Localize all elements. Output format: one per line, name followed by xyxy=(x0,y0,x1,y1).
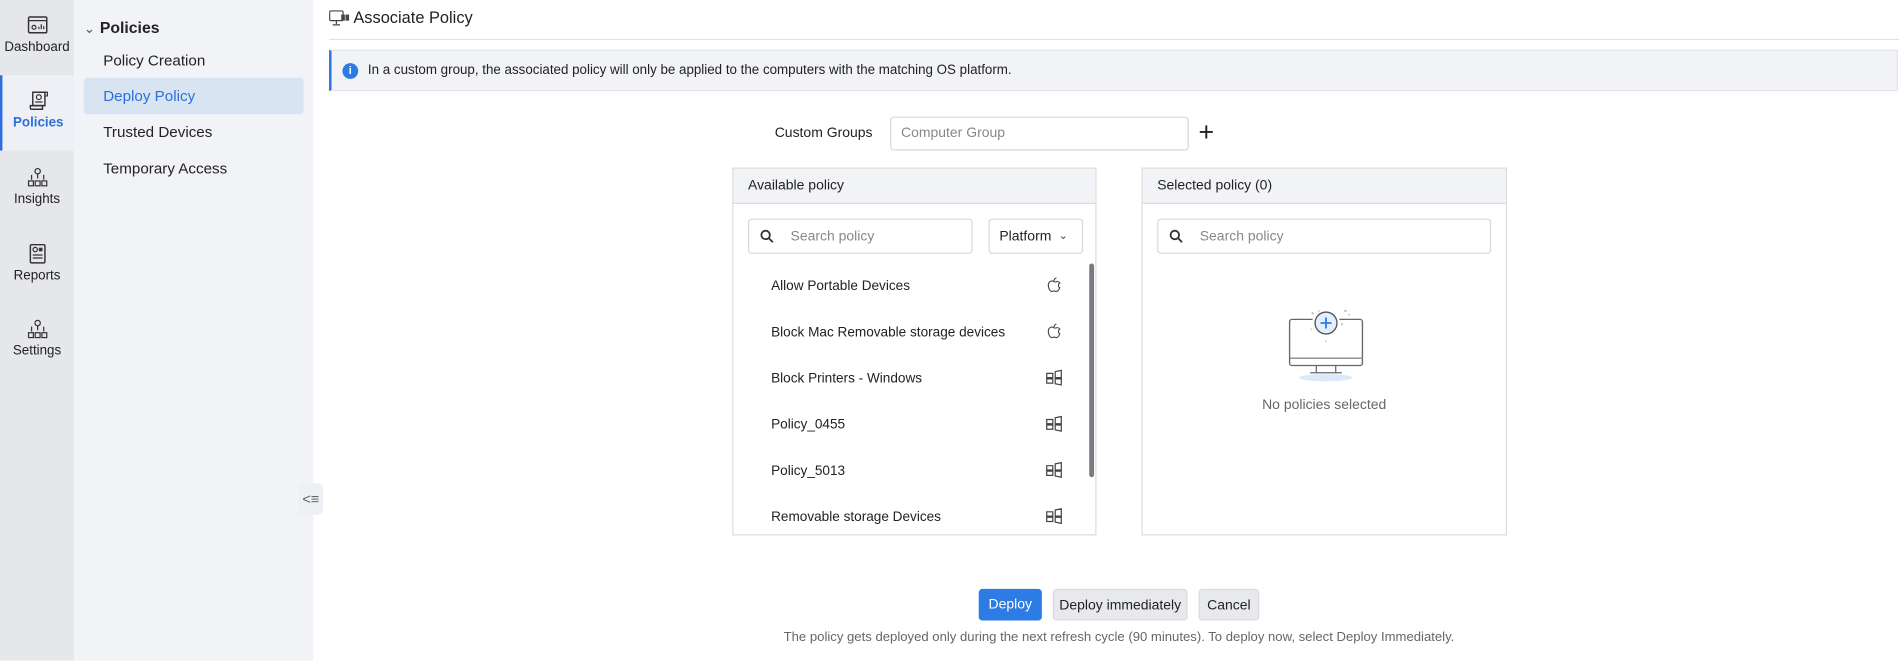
custom-groups-label: Custom Groups xyxy=(774,126,873,141)
info-text: In a custom group, the associated policy… xyxy=(367,63,1012,78)
computer-group-input[interactable] xyxy=(890,116,1189,151)
search-icon xyxy=(760,229,774,243)
policy-list-item[interactable]: Block Printers - Windows xyxy=(771,356,1062,402)
policy-list-item[interactable]: Policy_0455 xyxy=(771,402,1062,448)
deploy-note: The policy gets deployed only during the… xyxy=(783,630,1455,645)
policy-list-item[interactable]: Removable storage Devices xyxy=(771,494,1063,534)
selected-policy-panel: Selected policy (0) No policies selected xyxy=(1141,167,1507,536)
platform-dropdown-label: Platform xyxy=(999,228,1052,244)
cancel-button[interactable]: Cancel xyxy=(1198,588,1260,621)
policy-list-item[interactable]: Block Mac Removable storage devices xyxy=(771,310,1062,356)
rail-label: Settings xyxy=(12,343,62,359)
policy-name: Block Printers - Windows xyxy=(771,371,923,387)
divider xyxy=(329,38,1900,41)
dashboard-icon xyxy=(27,16,47,34)
policy-name: Allow Portable Devices xyxy=(771,279,911,294)
windows-os-indicator xyxy=(1046,461,1063,482)
subnav-section-toggle[interactable]: ⌄ Policies xyxy=(84,18,160,36)
rail-label: Insights xyxy=(14,191,61,207)
rail-label: Reports xyxy=(13,268,61,283)
subnav-item-policy-creation[interactable]: Policy Creation xyxy=(84,43,304,79)
available-policy-panel: Available policy Platform ⌄ Allow Portab… xyxy=(732,167,1097,536)
chevron-down-icon: ⌄ xyxy=(1058,229,1068,242)
policy-list-item[interactable]: Policy_5013 xyxy=(771,448,1062,494)
windows-os-indicator xyxy=(1046,507,1063,528)
available-search-input[interactable] xyxy=(788,227,939,245)
info-banner: i In a custom group, the associated poli… xyxy=(329,49,1898,92)
rail-label: Dashboard xyxy=(4,40,70,55)
hierarchy-icon xyxy=(27,319,47,339)
empty-state-text: No policies selected xyxy=(1262,398,1387,413)
icon-rail: Dashboard Policies Insights Reports Sett… xyxy=(0,0,75,661)
sub-navigation: ⌄ Policies Policy Creation Deploy Policy … xyxy=(74,0,314,661)
rail-item-settings[interactable]: Settings xyxy=(0,304,74,379)
policy-name: Policy_5013 xyxy=(771,463,846,479)
selected-policy-title: Selected policy (0) xyxy=(1142,168,1506,205)
subnav-item-temporary-access[interactable]: Temporary Access xyxy=(84,151,304,187)
rail-item-dashboard[interactable]: Dashboard xyxy=(0,0,74,75)
windows-icon xyxy=(1046,369,1062,386)
windows-os-indicator xyxy=(1046,369,1063,390)
computer-policy-icon xyxy=(329,9,350,25)
hierarchy-icon xyxy=(27,167,47,187)
subnav-heading: Policies xyxy=(99,18,160,37)
deploy-immediately-button[interactable]: Deploy immediately xyxy=(1052,588,1188,621)
page-title-text: Associate Policy xyxy=(353,8,473,27)
collapse-sidebar-icon[interactable]: <≡ xyxy=(298,483,324,515)
policy-name: Policy_0455 xyxy=(771,417,846,433)
windows-os-indicator xyxy=(1046,415,1063,436)
subnav-item-deploy-policy[interactable]: Deploy Policy xyxy=(83,77,304,115)
empty-monitor-illustration xyxy=(1288,309,1364,382)
info-icon: i xyxy=(342,62,359,79)
windows-icon xyxy=(1046,507,1062,524)
apple-os-indicator xyxy=(1046,322,1063,343)
apple-icon xyxy=(1047,323,1061,338)
rail-item-policies[interactable]: Policies xyxy=(0,75,75,151)
apple-os-indicator xyxy=(1046,276,1063,297)
windows-icon xyxy=(1046,415,1062,432)
available-search[interactable] xyxy=(748,218,973,254)
policy-name: Removable storage Devices xyxy=(771,510,941,525)
plus-icon[interactable]: + xyxy=(1199,117,1215,149)
policy-scroll-icon xyxy=(29,91,48,111)
page-title: Associate Policy xyxy=(329,9,473,27)
search-icon xyxy=(1169,229,1183,243)
rail-label: Policies xyxy=(12,115,64,130)
rail-item-insights[interactable]: Insights xyxy=(0,152,74,227)
deploy-button[interactable]: Deploy xyxy=(978,588,1042,621)
list-scrollbar[interactable] xyxy=(1089,263,1095,478)
subnav-item-trusted-devices[interactable]: Trusted Devices xyxy=(84,114,304,150)
selected-search-input[interactable] xyxy=(1197,227,1348,245)
windows-icon xyxy=(1046,461,1062,478)
selected-search[interactable] xyxy=(1157,218,1492,254)
available-policy-title: Available policy xyxy=(733,168,1096,205)
report-icon xyxy=(29,243,46,264)
apple-icon xyxy=(1047,276,1061,292)
rail-item-reports[interactable]: Reports xyxy=(0,228,74,303)
platform-dropdown[interactable]: Platform ⌄ xyxy=(988,218,1084,254)
chevron-down-icon: ⌄ xyxy=(83,21,95,37)
policy-name: Block Mac Removable storage devices xyxy=(771,325,1006,341)
policy-list-item[interactable]: Allow Portable Devices xyxy=(771,264,1062,310)
